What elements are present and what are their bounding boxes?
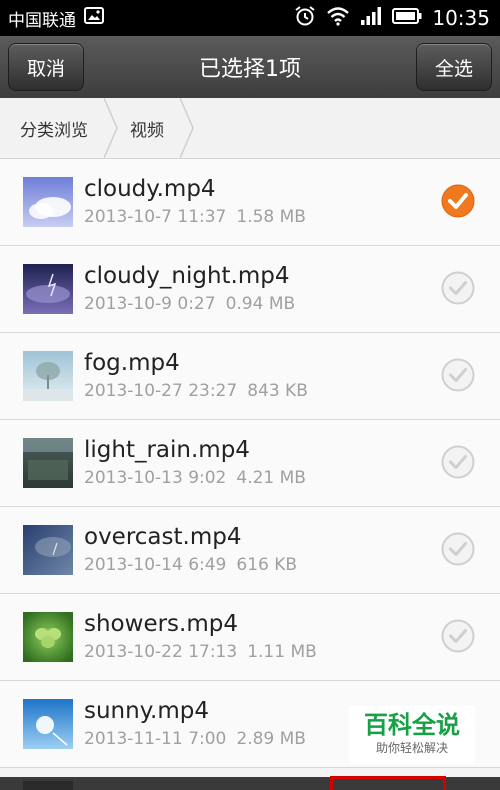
file-size: 1.11 MB [247,642,317,662]
file-row-overcast[interactable]: overcast.mp4 2013-10-14 6:49 616 KB [0,507,500,594]
unchecked-checkbox-icon[interactable] [441,619,475,653]
signal-icon [360,6,382,31]
file-size: 2.89 MB [236,729,306,749]
file-size: 4.21 MB [236,468,306,488]
video-thumbnail-light-rain [23,438,73,488]
file-name: overcast.mp4 [84,524,242,550]
file-date: 2013-10-13 9:02 [84,468,227,488]
file-size: 0.94 MB [225,294,296,314]
unchecked-checkbox-icon[interactable] [441,271,475,305]
video-thumbnail-showers [23,612,73,662]
file-date: 2013-11-11 7:00 [84,729,227,749]
watermark-subtitle: 助你轻松解决 [375,741,448,755]
unchecked-checkbox-icon[interactable] [441,445,475,479]
file-name: showers.mp4 [84,611,238,637]
video-thumbnail-partial [23,781,73,790]
file-name: light_rain.mp4 [84,437,250,463]
video-thumbnail-overcast [23,525,73,575]
select-all-button[interactable]: 全选 [416,43,492,91]
breadcrumb-separator-icon [180,98,194,158]
carrier-label: 中国联通 [8,10,76,31]
file-size: 616 KB [236,555,298,575]
file-size: 843 KB [247,381,308,401]
cancel-button[interactable]: 取消 [8,43,84,91]
file-date: 2013-10-9 0:27 [84,294,216,314]
breadcrumb-item-video[interactable]: 视频 [110,98,194,158]
title-bar: 取消 已选择1项 全选 [0,36,500,98]
video-thumbnail-sunny [23,699,73,749]
file-name: cloudy.mp4 [84,176,216,202]
file-row-cloudy[interactable]: cloudy.mp4 2013-10-7 11:37 1.58 MB [0,159,500,246]
watermark-logo: 百科全说 助你轻松解决 [349,706,475,764]
file-row-showers[interactable]: showers.mp4 2013-10-22 17:13 1.11 MB [0,594,500,681]
file-name: fog.mp4 [84,350,180,376]
video-thumbnail-fog [23,351,73,401]
battery-icon [392,7,422,30]
status-bar: 中国联通 10:35 [0,0,500,36]
breadcrumb: 分类浏览 视频 [0,98,500,159]
file-row-light-rain[interactable]: light_rain.mp4 2013-10-13 9:02 4.21 MB [0,420,500,507]
unchecked-checkbox-icon[interactable] [441,358,475,392]
watermark-title: 百科全说 [364,711,460,739]
unchecked-checkbox-icon[interactable] [441,532,475,566]
video-thumbnail-cloudy-night [23,264,73,314]
breadcrumb-label: 视频 [130,120,164,141]
file-list: cloudy.mp4 2013-10-7 11:37 1.58 MB cloudy… [0,159,500,768]
file-date: 2013-10-14 6:49 [84,555,227,575]
file-size: 1.58 MB [236,207,306,227]
file-date: 2013-10-22 17:13 [84,642,238,662]
checked-checkbox-icon[interactable] [441,184,475,218]
clock: 10:35 [432,6,490,30]
image-icon [84,7,104,29]
file-name: cloudy_night.mp4 [84,263,290,289]
file-row-fog[interactable]: fog.mp4 2013-10-27 23:27 843 KB [0,333,500,420]
video-thumbnail-cloudy [23,177,73,227]
file-date: 2013-10-7 11:37 [84,207,227,227]
file-name: sunny.mp4 [84,698,209,724]
highlight-box [330,776,446,790]
breadcrumb-label: 分类浏览 [20,120,88,141]
alarm-icon [294,5,316,32]
file-date: 2013-10-27 23:27 [84,381,238,401]
file-row-cloudy-night[interactable]: cloudy_night.mp4 2013-10-9 0:27 0.94 MB [0,246,500,333]
wifi-icon [326,6,350,31]
breadcrumb-item-category[interactable]: 分类浏览 [0,98,118,158]
